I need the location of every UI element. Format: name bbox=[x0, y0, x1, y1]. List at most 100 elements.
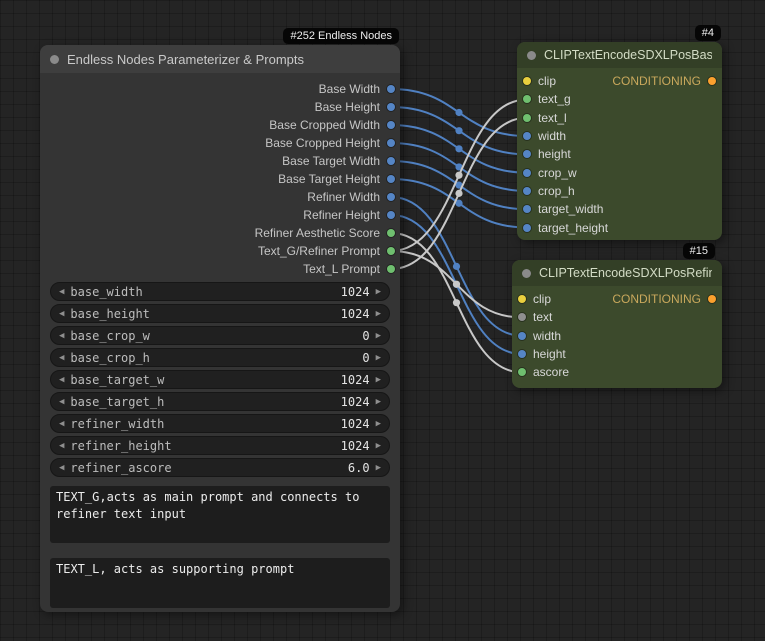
node-title-bar[interactable]: Endless Nodes Parameterizer & Prompts bbox=[40, 45, 400, 73]
widget-base_target_w[interactable]: ◀base_target_w1024▶ bbox=[50, 370, 390, 389]
widget-value[interactable]: 1024 bbox=[341, 285, 370, 299]
collapse-dot-icon[interactable] bbox=[527, 51, 536, 60]
decrement-arrow-icon[interactable]: ◀ bbox=[59, 331, 64, 341]
link-midpoint-dot[interactable] bbox=[453, 263, 460, 270]
widget-refiner_width[interactable]: ◀refiner_width1024▶ bbox=[50, 414, 390, 433]
widget-value[interactable]: 0 bbox=[362, 351, 369, 365]
input-slot-dot[interactable] bbox=[518, 332, 526, 340]
input-slot: target_height bbox=[523, 221, 608, 235]
increment-arrow-icon[interactable]: ▶ bbox=[376, 353, 381, 363]
increment-arrow-icon[interactable]: ▶ bbox=[376, 331, 381, 341]
link-midpoint-dot[interactable] bbox=[455, 127, 462, 134]
output-slot-dot[interactable] bbox=[387, 265, 395, 273]
decrement-arrow-icon[interactable]: ◀ bbox=[59, 419, 64, 429]
input-slot-dot[interactable] bbox=[523, 205, 531, 213]
widget-value[interactable]: 6.0 bbox=[348, 461, 370, 475]
increment-arrow-icon[interactable]: ▶ bbox=[376, 419, 381, 429]
output-slot-dot[interactable] bbox=[387, 175, 395, 183]
increment-arrow-icon[interactable]: ▶ bbox=[376, 441, 381, 451]
link-midpoint-dot[interactable] bbox=[453, 281, 460, 288]
output-slot-dot[interactable] bbox=[387, 103, 395, 111]
increment-arrow-icon[interactable]: ▶ bbox=[376, 397, 381, 407]
widget-base_height[interactable]: ◀base_height1024▶ bbox=[50, 304, 390, 323]
input-slot-dot[interactable] bbox=[523, 95, 531, 103]
link-midpoint-dot[interactable] bbox=[455, 145, 462, 152]
output-slot-label: Text_G/Refiner Prompt bbox=[258, 244, 380, 258]
output-slot-label: Base Height bbox=[315, 100, 380, 114]
decrement-arrow-icon[interactable]: ◀ bbox=[59, 353, 64, 363]
increment-arrow-icon[interactable]: ▶ bbox=[376, 375, 381, 385]
output-slot-dot[interactable] bbox=[387, 85, 395, 93]
input-slot-dot[interactable] bbox=[518, 368, 526, 376]
output-slot-dot[interactable] bbox=[387, 229, 395, 237]
output-slot-dot[interactable] bbox=[387, 121, 395, 129]
input-slot-dot[interactable] bbox=[523, 114, 531, 122]
input-slot-dot[interactable] bbox=[518, 295, 526, 303]
node-title-bar[interactable]: CLIPTextEncodeSDXLPosBase bbox=[517, 42, 722, 68]
link-midpoint-dot[interactable] bbox=[455, 172, 462, 179]
input-slot-dot[interactable] bbox=[518, 313, 526, 321]
widget-value[interactable]: 0 bbox=[362, 329, 369, 343]
node-title-bar[interactable]: CLIPTextEncodeSDXLPosRefiner bbox=[512, 260, 722, 286]
input-slot-dot[interactable] bbox=[523, 150, 531, 158]
input-slot-dot[interactable] bbox=[518, 350, 526, 358]
output-slot-dot[interactable] bbox=[387, 157, 395, 165]
output-slot-dot[interactable] bbox=[708, 77, 716, 85]
widget-base_crop_w[interactable]: ◀base_crop_w0▶ bbox=[50, 326, 390, 345]
output-slot-label: CONDITIONING bbox=[612, 292, 701, 306]
decrement-arrow-icon[interactable]: ◀ bbox=[59, 463, 64, 473]
text-g-prompt-textarea[interactable]: TEXT_G,acts as main prompt and connects … bbox=[50, 486, 390, 543]
input-slot-dot[interactable] bbox=[523, 77, 531, 85]
decrement-arrow-icon[interactable]: ◀ bbox=[59, 309, 64, 319]
increment-arrow-icon[interactable]: ▶ bbox=[376, 309, 381, 319]
collapse-dot-icon[interactable] bbox=[522, 269, 531, 278]
increment-arrow-icon[interactable]: ▶ bbox=[376, 287, 381, 297]
output-slot-dot[interactable] bbox=[387, 211, 395, 219]
input-slot-dot[interactable] bbox=[523, 169, 531, 177]
node-clip-encode-refiner[interactable]: #15 CLIPTextEncodeSDXLPosRefiner clipCON… bbox=[512, 260, 722, 388]
input-slot-label: width bbox=[538, 129, 566, 143]
widget-refiner_ascore[interactable]: ◀refiner_ascore6.0▶ bbox=[50, 458, 390, 477]
io-slot-row: text bbox=[512, 308, 722, 326]
link-midpoint-dot[interactable] bbox=[455, 190, 462, 197]
decrement-arrow-icon[interactable]: ◀ bbox=[59, 441, 64, 451]
input-slot: width bbox=[523, 129, 566, 143]
decrement-arrow-icon[interactable]: ◀ bbox=[59, 287, 64, 297]
collapse-dot-icon[interactable] bbox=[50, 55, 59, 64]
link-midpoint-dot[interactable] bbox=[455, 109, 462, 116]
input-slot: text bbox=[518, 310, 552, 324]
input-slot-dot[interactable] bbox=[523, 187, 531, 195]
input-slot: target_width bbox=[523, 202, 603, 216]
text-l-prompt-textarea[interactable]: TEXT_L, acts as supporting prompt bbox=[50, 558, 390, 608]
widget-refiner_height[interactable]: ◀refiner_height1024▶ bbox=[50, 436, 390, 455]
widget-value[interactable]: 1024 bbox=[341, 417, 370, 431]
node-endless-parameterizer[interactable]: #252 Endless Nodes Endless Nodes Paramet… bbox=[40, 45, 400, 612]
output-slot-dot[interactable] bbox=[708, 295, 716, 303]
io-slot-row: ascore bbox=[512, 363, 722, 381]
io-slot-row: clipCONDITIONING bbox=[517, 72, 722, 90]
input-slot-dot[interactable] bbox=[523, 224, 531, 232]
io-slot-row: target_width bbox=[517, 200, 722, 218]
refiner-node-rows: clipCONDITIONINGtextwidthheightascore bbox=[512, 290, 722, 381]
widget-name: base_target_h bbox=[70, 395, 334, 409]
input-slot-dot[interactable] bbox=[523, 132, 531, 140]
node-graph-canvas[interactable]: #252 Endless Nodes Endless Nodes Paramet… bbox=[0, 0, 765, 641]
decrement-arrow-icon[interactable]: ◀ bbox=[59, 397, 64, 407]
input-slot-label: text_g bbox=[538, 92, 571, 106]
output-slot-dot[interactable] bbox=[387, 247, 395, 255]
widget-value[interactable]: 1024 bbox=[341, 439, 370, 453]
node-clip-encode-base[interactable]: #4 CLIPTextEncodeSDXLPosBase clipCONDITI… bbox=[517, 42, 722, 240]
decrement-arrow-icon[interactable]: ◀ bbox=[59, 375, 64, 385]
widget-value[interactable]: 1024 bbox=[341, 395, 370, 409]
widget-base_width[interactable]: ◀base_width1024▶ bbox=[50, 282, 390, 301]
output-slot-row: Refiner Height bbox=[40, 206, 400, 224]
widget-value[interactable]: 1024 bbox=[341, 373, 370, 387]
output-slot-dot[interactable] bbox=[387, 139, 395, 147]
widget-base_target_h[interactable]: ◀ base_target_h 1024 ▶ bbox=[50, 392, 390, 411]
output-slot-dot[interactable] bbox=[387, 193, 395, 201]
widget-base_crop_h[interactable]: ◀base_crop_h0▶ bbox=[50, 348, 390, 367]
increment-arrow-icon[interactable]: ▶ bbox=[376, 463, 381, 473]
widget-value[interactable]: 1024 bbox=[341, 307, 370, 321]
output-slot-row: Base Width bbox=[40, 80, 400, 98]
link-midpoint-dot[interactable] bbox=[453, 299, 460, 306]
